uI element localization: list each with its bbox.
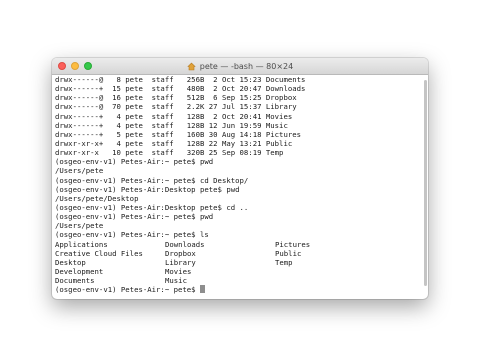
- ls-entry: Desktop: [55, 257, 86, 267]
- prompt-text: (osgeo-env-v1) Petes-Air:~ pete$: [55, 285, 200, 295]
- ls-column: Downloads Dropbox Library Movies Music: [165, 240, 275, 286]
- listing-row: drwx------+ 4 pete staff 128B 2 Oct 20:4…: [55, 111, 293, 121]
- ls-column: Pictures Public Temp: [275, 240, 310, 286]
- session-line: /Users/pete/Desktop: [55, 193, 139, 203]
- ls-entry: Music: [165, 276, 187, 286]
- listing-row: drwxr-xr-x+ 4 pete staff 128B 22 May 13:…: [55, 138, 293, 148]
- ls-entry: Downloads: [165, 239, 205, 249]
- ls-entry: Documents: [55, 276, 95, 286]
- home-folder-icon: [187, 62, 196, 71]
- session-line: (osgeo-env-v1) Petes-Air:~ pete$ ls: [55, 230, 209, 240]
- listing-row: drwxr-xr-x 10 pete staff 320B 25 Sep 08:…: [55, 148, 284, 158]
- desktop-background: pete — -bash — 80×24 drwx------@ 8 pete …: [0, 0, 480, 360]
- listing-row: drwx------@ 8 pete staff 256B 2 Oct 15:2…: [55, 75, 306, 84]
- session-line: (osgeo-env-v1) Petes-Air:Desktop pete$ c…: [55, 202, 249, 212]
- ls-entry: Movies: [165, 266, 192, 276]
- listing-row: drwx------+ 15 pete staff 480B 2 Oct 20:…: [55, 84, 306, 94]
- ls-entry: Temp: [275, 257, 293, 267]
- session-line: (osgeo-env-v1) Petes-Air:~ pete$ pwd: [55, 157, 214, 167]
- terminal-output[interactable]: drwx------@ 8 pete staff 256B 2 Oct 15:2…: [55, 75, 422, 297]
- ls-entry: Applications: [55, 239, 108, 249]
- session-line: (osgeo-env-v1) Petes-Air:Desktop pete$ p…: [55, 184, 240, 194]
- ls-column: Applications Creative Cloud Files Desktop D…: [55, 240, 165, 286]
- text-cursor: [199, 285, 205, 294]
- session-line: (osgeo-env-v1) Petes-Air:~ pete$ pwd: [55, 212, 214, 222]
- window-title: pete — -bash — 80×24: [199, 61, 294, 71]
- ls-output: Applications Creative Cloud Files Desktop D…: [55, 240, 422, 286]
- listing-row: drwx------@ 70 pete staff 2.2K 27 Jul 15…: [55, 102, 297, 112]
- ls-entry: Creative Cloud Files: [55, 248, 143, 258]
- ls-entry: Development: [55, 266, 104, 276]
- session-line: /Users/pete: [55, 166, 104, 176]
- scrollbar-thumb[interactable]: [424, 80, 427, 286]
- ls-entry: Dropbox: [165, 248, 196, 258]
- window-title-area: pete — -bash — 80×24: [52, 58, 428, 74]
- listing-row: drwx------@ 16 pete staff 512B 6 Sep 15:…: [55, 93, 297, 103]
- session-line: (osgeo-env-v1) Petes-Air:~ pete$ cd Desk…: [55, 175, 249, 185]
- prompt-line[interactable]: (osgeo-env-v1) Petes-Air:~ pete$: [55, 285, 422, 294]
- ls-entry: Public: [275, 248, 302, 258]
- listing-row: drwx------+ 5 pete staff 160B 30 Aug 14:…: [55, 129, 302, 139]
- ls-entry: Library: [165, 257, 196, 267]
- session-line: /Users/pete: [55, 221, 104, 231]
- terminal-window[interactable]: pete — -bash — 80×24 drwx------@ 8 pete …: [52, 58, 428, 299]
- title-bar[interactable]: pete — -bash — 80×24: [52, 58, 428, 75]
- listing-row: drwx------+ 4 pete staff 128B 12 Jun 19:…: [55, 120, 288, 130]
- ls-entry: Pictures: [275, 239, 311, 249]
